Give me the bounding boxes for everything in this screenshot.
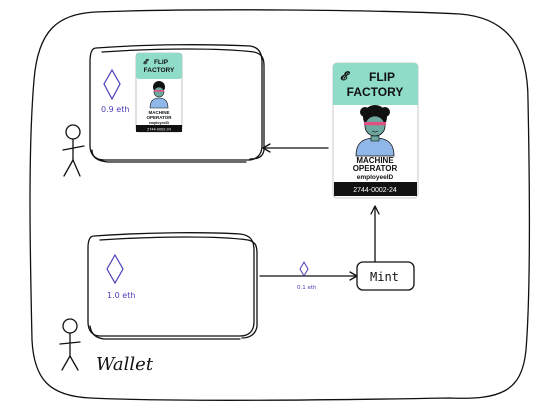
outer-frame: [29, 9, 530, 401]
owner-stick-figure: [62, 124, 85, 177]
wallet-owner-stick-figure: [59, 318, 81, 371]
diagram-canvas: 0.9 eth FLIP FACTORY 𝓔 MACHINE OPERATOR …: [0, 0, 540, 410]
owned-eth-diamond-icon: [103, 68, 121, 101]
badge-brand-1: FLIP: [369, 70, 395, 84]
mint-to-badge-arrow: [370, 205, 380, 263]
small-badge-brand-1: FLIP: [154, 59, 169, 66]
badge-to-wallet-arrow: [262, 143, 329, 153]
mint-flow-diagram: 0.9 eth FLIP FACTORY 𝓔 MACHINE OPERATOR …: [29, 9, 530, 401]
small-badge-brand-2: FACTORY: [144, 67, 175, 74]
employee-badge: 𝓔 FLIP FACTORY MACHINE OPERATOR employee…: [332, 62, 419, 199]
wallet-label: Wallet: [96, 354, 154, 375]
new-wallet-eth-diamond-icon: [106, 253, 124, 285]
badge-id-number: 2744-0002-24: [353, 187, 397, 194]
transfer-arrow: [259, 271, 358, 281]
badge-field: employeeID: [357, 174, 394, 181]
badge-role-2: OPERATOR: [353, 164, 398, 173]
new-wallet-box: [87, 232, 258, 340]
small-badge-role-2: OPERATOR: [146, 115, 172, 120]
small-badge-field: employeeID: [149, 121, 170, 125]
transfer-eth-amount: 0.1 eth: [297, 285, 317, 291]
owned-eth-amount: 0.9 eth: [101, 105, 129, 114]
small-badge: FLIP FACTORY 𝓔 MACHINE OPERATOR employee…: [135, 52, 183, 133]
badge-brand-2: FACTORY: [347, 85, 404, 99]
small-badge-id: 2744-0002-24: [147, 128, 171, 132]
new-wallet-eth-amount: 1.0 eth: [107, 291, 135, 300]
transfer-eth-diamond-icon: [299, 260, 309, 278]
mint-label: Mint: [370, 270, 399, 284]
